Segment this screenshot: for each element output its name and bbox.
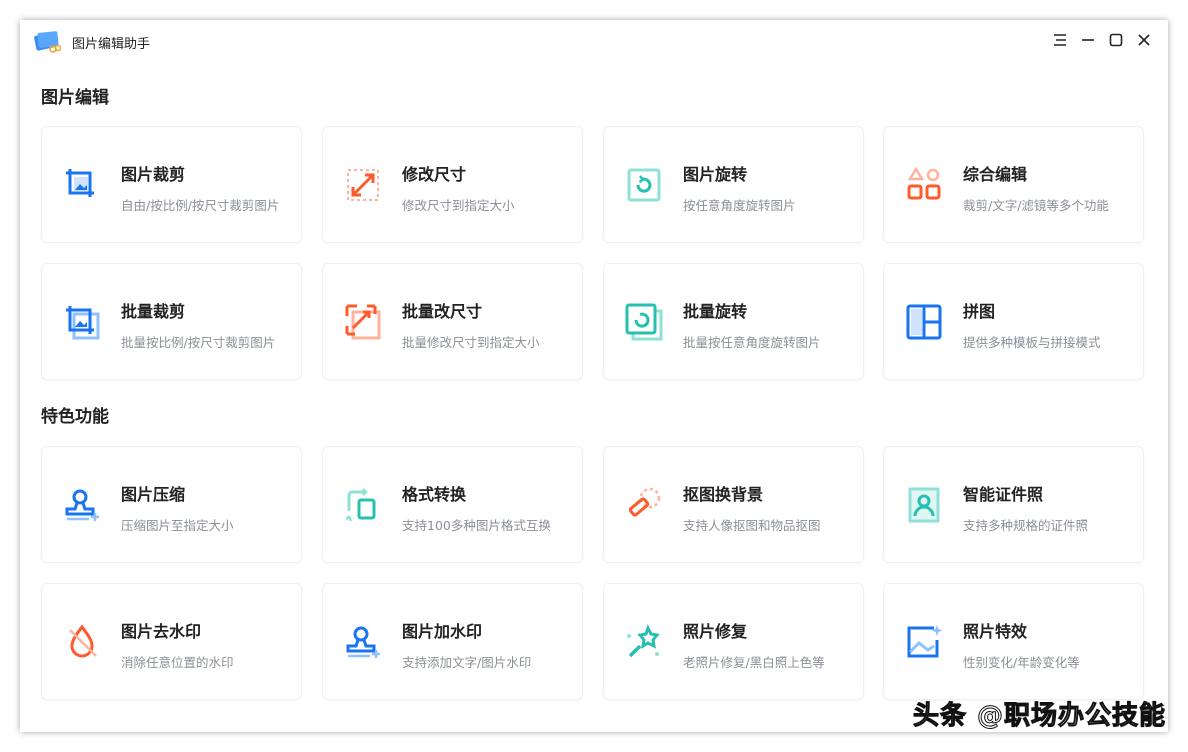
card-desc: 压缩图片至指定大小 [121,515,234,534]
feature-card-0-0[interactable]: 图片裁剪 自由/按比例/按尺寸裁剪图片 [41,126,302,243]
batch-rotate-icon [624,302,664,342]
feature-card-1-4[interactable]: 图片去水印 消除任意位置的水印 [41,583,302,700]
app-logo-icon [33,28,61,54]
card-desc: 支持添加文字/图片水印 [402,652,531,671]
feature-card-1-6[interactable]: 照片修复 老照片修复/黑白照上色等 [603,583,864,700]
card-title: 格式转换 [402,481,466,505]
add-watermark-icon [343,622,383,662]
card-title: 图片压缩 [121,481,185,505]
feature-card-1-0[interactable]: 图片压缩 压缩图片至指定大小 [41,446,302,563]
card-title: 批量旋转 [683,298,747,322]
resize-icon [343,165,383,205]
card-title: 照片修复 [683,618,747,642]
menu-icon [1053,33,1067,47]
card-desc: 批量修改尺寸到指定大小 [402,332,540,351]
card-desc: 自由/按比例/按尺寸裁剪图片 [121,195,279,214]
card-desc: 消除任意位置的水印 [121,652,234,671]
card-title: 照片特效 [963,618,1027,642]
feature-card-0-1[interactable]: 修改尺寸 修改尺寸到指定大小 [322,126,583,243]
minimize-button[interactable] [1078,30,1098,50]
collage-icon [904,302,944,342]
feature-card-0-2[interactable]: 图片旋转 按任意角度旋转图片 [603,126,864,243]
card-title: 图片去水印 [121,618,201,642]
crop-icon [62,165,102,205]
photo-effect-icon [904,622,944,662]
batch-crop-icon [62,302,102,342]
feature-card-0-6[interactable]: 批量旋转 批量按任意角度旋转图片 [603,263,864,380]
maximize-icon [1109,33,1123,47]
feature-card-1-7[interactable]: 照片特效 性别变化/年龄变化等 [883,583,1144,700]
card-title: 图片裁剪 [121,161,185,185]
maximize-button[interactable] [1106,30,1126,50]
eraser-icon [624,485,664,525]
feature-card-0-7[interactable]: 拼图 提供多种模板与拼接模式 [883,263,1144,380]
feature-card-0-3[interactable]: 综合编辑 裁剪/文字/滤镜等多个功能 [883,126,1144,243]
card-title: 批量改尺寸 [402,298,482,322]
card-title: 抠图换背景 [683,481,763,505]
card-title: 批量裁剪 [121,298,185,322]
feature-card-0-4[interactable]: 批量裁剪 批量按比例/按尺寸裁剪图片 [41,263,302,380]
stamp-icon [62,485,102,525]
card-desc: 老照片修复/黑白照上色等 [683,652,825,671]
app-window: 图片编辑助手 图片编辑 特色功能 图片裁剪 自由/按比例/按尺寸裁剪图片 修改尺… [20,20,1168,732]
app-title: 图片编辑助手 [72,33,150,52]
section-title-features: 特色功能 [41,402,109,427]
section-title-image-edit: 图片编辑 [41,83,109,108]
feature-card-1-1[interactable]: 格式转换 支持100多种图片格式互换 [322,446,583,563]
batch-resize-icon [343,302,383,342]
feature-card-1-3[interactable]: 智能证件照 支持多种规格的证件照 [883,446,1144,563]
card-title: 图片加水印 [402,618,482,642]
card-desc: 修改尺寸到指定大小 [402,195,515,214]
card-title: 图片旋转 [683,161,747,185]
title-bar: 图片编辑助手 [20,20,1168,62]
shapes-icon [904,165,944,205]
id-photo-icon [904,485,944,525]
card-desc: 裁剪/文字/滤镜等多个功能 [963,195,1109,214]
card-desc: 支持人像抠图和物品抠图 [683,515,821,534]
card-title: 综合编辑 [963,161,1027,185]
card-title: 智能证件照 [963,481,1043,505]
feature-card-1-2[interactable]: 抠图换背景 支持人像抠图和物品抠图 [603,446,864,563]
rotate-icon [624,165,664,205]
card-title: 修改尺寸 [402,161,466,185]
card-title: 拼图 [963,298,995,322]
feature-card-1-5[interactable]: 图片加水印 支持添加文字/图片水印 [322,583,583,700]
magic-wand-icon [624,622,664,662]
card-desc: 批量按比例/按尺寸裁剪图片 [121,332,275,351]
close-icon [1137,33,1151,47]
card-desc: 按任意角度旋转图片 [683,195,796,214]
card-desc: 性别变化/年龄变化等 [963,652,1080,671]
minimize-icon [1081,33,1095,47]
card-desc: 支持多种规格的证件照 [963,515,1088,534]
close-button[interactable] [1134,30,1154,50]
remove-watermark-icon [62,622,102,662]
menu-button[interactable] [1050,30,1070,50]
card-desc: 提供多种模板与拼接模式 [963,332,1101,351]
feature-card-0-5[interactable]: 批量改尺寸 批量修改尺寸到指定大小 [322,263,583,380]
card-desc: 批量按任意角度旋转图片 [683,332,821,351]
convert-icon [343,485,383,525]
watermark-text: 头条 @职场办公技能 [913,695,1166,732]
card-desc: 支持100多种图片格式互换 [402,515,551,534]
